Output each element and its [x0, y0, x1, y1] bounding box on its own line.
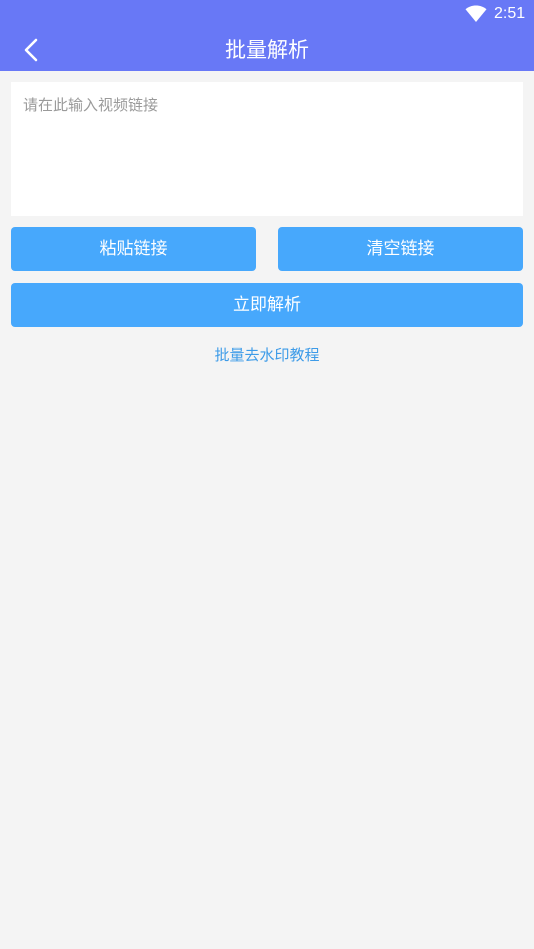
link-input[interactable]: [11, 82, 523, 216]
parse-now-button[interactable]: 立即解析: [11, 283, 523, 327]
status-time: 2:51: [494, 5, 526, 22]
batch-parse-screen: 2:51 批量解析 粘贴链接 清空链接 立即解析 批量去水印教程: [0, 0, 534, 949]
paste-link-button[interactable]: 粘贴链接: [11, 227, 256, 271]
watermark-tutorial-link[interactable]: 批量去水印教程: [0, 344, 534, 366]
status-bar: 2:51: [0, 0, 534, 28]
wifi-icon: [465, 5, 487, 23]
link-input-box: [11, 82, 523, 216]
app-bar: 2:51 批量解析: [0, 0, 534, 71]
clear-link-button[interactable]: 清空链接: [278, 227, 523, 271]
page-title: 批量解析: [225, 38, 309, 62]
